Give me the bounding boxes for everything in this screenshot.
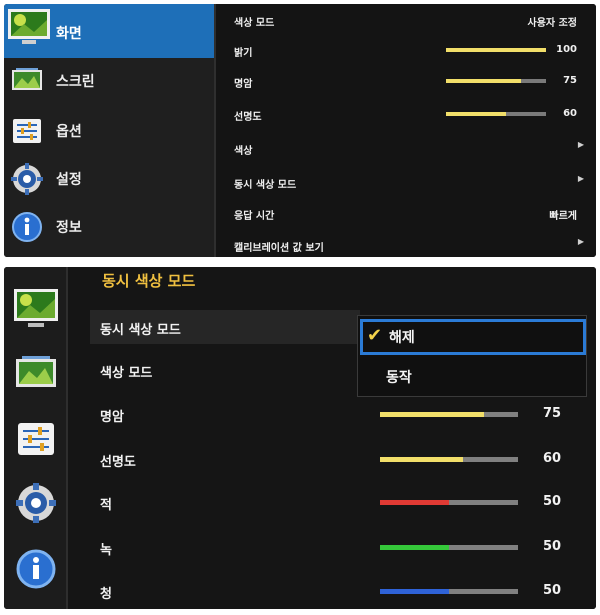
picture-menu-panel: 화면 스크린 옵션 설정 정보 색상 모드 사용자 조정 밝기 100 명암 7…	[4, 4, 596, 257]
setting-view-calibration[interactable]: 캘리브레이션 값 보기 ▶	[216, 229, 596, 257]
picture-icon	[8, 9, 50, 44]
sidebar-item-screen[interactable]: 스크린	[4, 58, 214, 104]
sidebar-item-label: 스크린	[56, 74, 95, 90]
setting-value: 60	[563, 108, 577, 119]
simultaneous-color-mode-panel: 동시 색상 모드 동시 색상 모드 색상 모드 명암 75 선명도 60 적 5…	[4, 267, 596, 609]
contrast-slider[interactable]	[380, 412, 518, 417]
sharpness-slider[interactable]	[380, 457, 518, 462]
setting-label: 명암	[100, 410, 124, 425]
setting-label: 응답 시간	[234, 211, 275, 222]
setting-label: 적	[100, 498, 112, 513]
setting-label: 색상 모드	[234, 18, 275, 29]
option-on[interactable]: 동작	[358, 360, 586, 394]
sidebar-item-info[interactable]: 정보	[4, 204, 214, 250]
setting-value: 75	[563, 75, 577, 86]
setting-label: 캘리브레이션 값 보기	[234, 243, 324, 254]
setting-simultaneous-color-mode[interactable]: 동시 색상 모드	[90, 310, 360, 344]
setting-value: 빠르게	[549, 211, 577, 222]
checkmark-icon: ✔	[367, 325, 383, 346]
setting-color-mode[interactable]: 색상 모드 사용자 조정	[216, 4, 596, 36]
setting-value: 75	[543, 406, 562, 421]
red-slider[interactable]	[380, 500, 518, 505]
sidebar-item-label: 화면	[56, 26, 82, 42]
brightness-slider[interactable]	[446, 48, 546, 52]
picture-icon[interactable]	[12, 287, 60, 331]
setting-value: 사용자 조정	[527, 18, 577, 29]
setting-label: 청	[100, 587, 112, 602]
setting-sharpness[interactable]: 선명도 60	[216, 98, 596, 130]
setting-label: 밝기	[234, 48, 253, 59]
option-label: 동작	[386, 370, 412, 386]
gear-icon	[11, 163, 43, 195]
setting-blue[interactable]: 청 50	[90, 574, 580, 608]
info-icon[interactable]	[12, 547, 60, 591]
setting-label: 녹	[100, 543, 112, 558]
picture-settings-list: 색상 모드 사용자 조정 밝기 100 명암 75 선명도 60 색상 ▶ 동시…	[216, 4, 596, 257]
sidebar-item-label: 정보	[56, 220, 82, 236]
setting-label: 동시 색상 모드	[100, 323, 181, 338]
submenu-arrow-icon: ▶	[577, 140, 584, 149]
sharpness-slider[interactable]	[446, 112, 546, 116]
options-icon[interactable]	[12, 417, 60, 461]
setting-value: 100	[556, 44, 577, 55]
submenu-arrow-icon: ▶	[577, 237, 584, 246]
setting-label: 선명도	[100, 455, 136, 470]
sidebar-item-label: 옵션	[56, 124, 82, 140]
green-slider[interactable]	[380, 545, 518, 550]
setting-color[interactable]: 색상 ▶	[216, 132, 596, 164]
setting-contrast[interactable]: 명암 75	[90, 397, 580, 431]
sidebar-item-options[interactable]: 옵션	[4, 108, 214, 154]
setting-value: 60	[543, 451, 562, 466]
main-menu-sidebar: 화면 스크린 옵션 설정 정보	[4, 4, 214, 257]
screen-icon	[12, 68, 42, 90]
setting-label: 동시 색상 모드	[234, 180, 297, 191]
setting-contrast[interactable]: 명암 75	[216, 65, 596, 97]
setting-simultaneous-color-mode[interactable]: 동시 색상 모드 ▶	[216, 166, 596, 198]
setting-sharpness[interactable]: 선명도 60	[90, 442, 580, 476]
setting-label: 명암	[234, 79, 253, 90]
blue-slider[interactable]	[380, 589, 518, 594]
options-icon	[13, 119, 41, 143]
simultaneous-color-mode-dropdown: ✔ 해제 동작	[357, 315, 587, 397]
option-label: 해제	[389, 330, 415, 346]
setting-label: 색상 모드	[100, 366, 153, 381]
sidebar-item-picture[interactable]: 화면	[4, 4, 214, 58]
setting-label: 선명도	[234, 112, 262, 123]
contrast-slider[interactable]	[446, 79, 546, 83]
icon-sidebar	[4, 267, 66, 609]
info-icon	[12, 212, 42, 242]
gear-icon[interactable]	[12, 481, 60, 525]
setting-green[interactable]: 녹 50	[90, 530, 580, 564]
setting-red[interactable]: 적 50	[90, 485, 580, 519]
screen-icon[interactable]	[12, 351, 60, 395]
setting-label: 색상	[234, 146, 253, 157]
setting-value: 50	[543, 583, 562, 598]
setting-response-time[interactable]: 응답 시간 빠르게	[216, 197, 596, 229]
sidebar-item-label: 설정	[56, 172, 82, 188]
setting-value: 50	[543, 539, 562, 554]
submenu-arrow-icon: ▶	[577, 174, 584, 183]
setting-value: 50	[543, 494, 562, 509]
option-off[interactable]: ✔ 해제	[360, 319, 586, 355]
page-title: 동시 색상 모드	[102, 272, 196, 290]
sidebar-item-settings[interactable]: 설정	[4, 156, 214, 202]
setting-brightness[interactable]: 밝기 100	[216, 34, 596, 66]
